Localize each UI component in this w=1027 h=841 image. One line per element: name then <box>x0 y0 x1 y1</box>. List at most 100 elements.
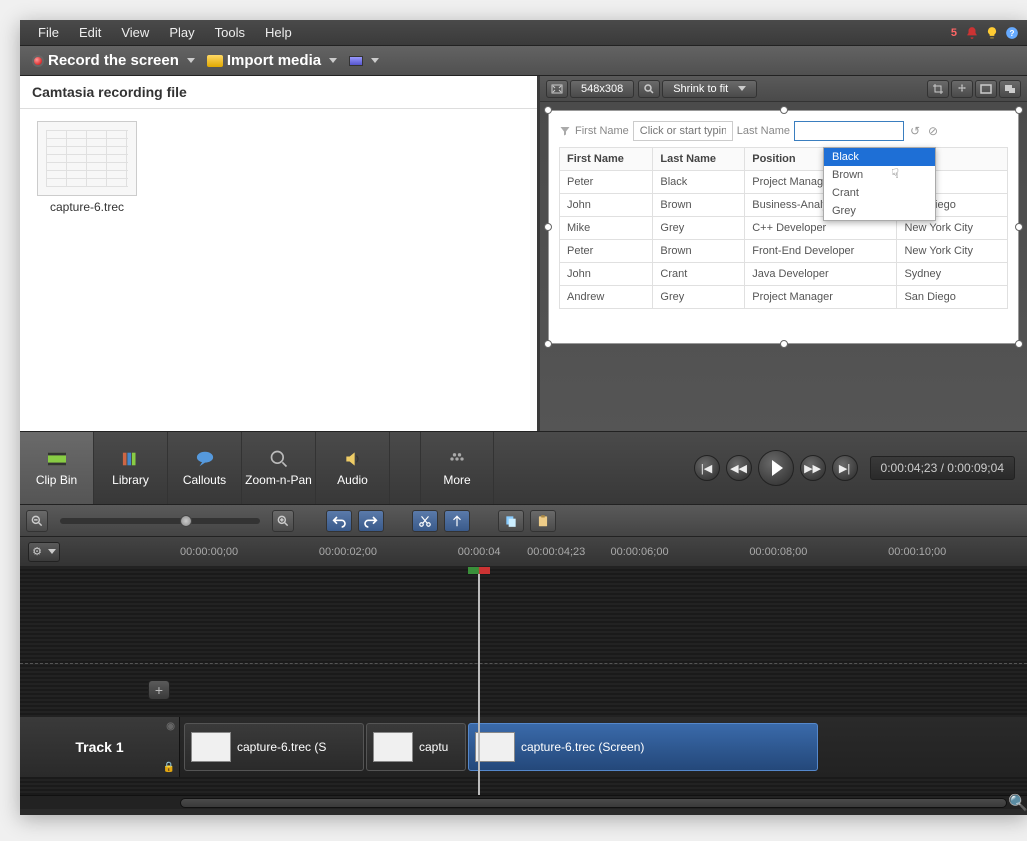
timeline-settings-button[interactable]: ⚙ <box>28 542 60 562</box>
lock-icon[interactable]: 🔒 <box>163 762 175 773</box>
step-back-button[interactable]: ◀◀ <box>726 455 752 481</box>
chevron-down-icon <box>329 58 337 63</box>
produce-share-button[interactable] <box>343 49 385 73</box>
bottom-tab-strip: Clip Bin Library Callouts Zoom-n-Pan Aud… <box>20 431 1027 505</box>
last-name-label: Last Name <box>737 125 790 137</box>
chevron-down-icon <box>48 549 56 554</box>
dropdown-item[interactable]: Brown <box>824 166 935 184</box>
clip-bin-pane: Camtasia recording file capture-6.trec <box>20 76 540 431</box>
clip-thumbnail <box>191 732 231 762</box>
ruler-mark: 00:00:06;00 <box>610 537 749 566</box>
zoom-out-button[interactable] <box>26 510 48 532</box>
table-row: PeterBlackProject Manager <box>560 171 1008 194</box>
folder-icon <box>207 55 223 67</box>
player-controls: |◀ ◀◀ ▶▶ ▶| 0:00:04;23 / 0:00:09;04 <box>494 432 1027 504</box>
timeline-clip[interactable]: capture-6.trec (Screen) <box>468 723 818 771</box>
selection-handle[interactable] <box>1015 340 1023 348</box>
canvas-dimensions-button[interactable] <box>546 80 568 98</box>
dropdown-item[interactable]: Crant <box>824 184 935 202</box>
fullscreen-icon[interactable] <box>975 80 997 98</box>
pan-icon[interactable] <box>951 80 973 98</box>
timeline-body: + Track 1 ◉ 🔒 capture-6.trec (S captu <box>20 567 1027 795</box>
dropdown-item[interactable]: Grey <box>824 202 935 220</box>
copy-button[interactable] <box>498 510 524 532</box>
menubar: File Edit View Play Tools Help 5 ? <box>20 20 1027 46</box>
menu-help[interactable]: Help <box>255 25 302 40</box>
cut-button[interactable] <box>412 510 438 532</box>
selection-handle[interactable] <box>544 340 552 348</box>
video-canvas[interactable]: First Name Last Name ↺ ⊘ Black Brown Cra… <box>548 110 1019 344</box>
skip-end-button[interactable]: ▶| <box>832 455 858 481</box>
record-screen-button[interactable]: Record the screen <box>26 49 201 73</box>
skip-start-button[interactable]: |◀ <box>694 455 720 481</box>
canvas-area: First Name Last Name ↺ ⊘ Black Brown Cra… <box>540 102 1027 431</box>
split-button[interactable] <box>444 510 470 532</box>
clear-icon[interactable]: ⊘ <box>926 124 940 138</box>
add-track-button[interactable]: + <box>148 680 170 700</box>
selection-handle[interactable] <box>780 340 788 348</box>
column-header[interactable]: Last Name <box>653 148 745 171</box>
slider-thumb[interactable] <box>180 515 192 527</box>
speaker-icon <box>341 449 365 469</box>
table-row: AndrewGreyProject ManagerSan Diego <box>560 286 1008 309</box>
table-row: PeterBrownFront-End DeveloperNew York Ci… <box>560 240 1008 263</box>
crop-icon[interactable] <box>927 80 949 98</box>
selection-handle[interactable] <box>1015 223 1023 231</box>
magnifier-icon <box>267 449 291 469</box>
tab-zoom-pan[interactable]: Zoom-n-Pan <box>242 432 316 504</box>
menu-file[interactable]: File <box>28 25 69 40</box>
selection-handle[interactable] <box>544 223 552 231</box>
import-media-button[interactable]: Import media <box>201 49 343 73</box>
tab-library[interactable]: Library <box>94 432 168 504</box>
canvas-dimensions-value: 548x308 <box>570 80 634 98</box>
track-body[interactable]: capture-6.trec (S captu capture-6.trec (… <box>180 717 1027 777</box>
clip-item[interactable]: capture-6.trec <box>32 121 142 214</box>
tab-more[interactable]: More <box>420 432 494 504</box>
ruler-mark: 00:00:04;23 <box>527 537 610 566</box>
menu-play[interactable]: Play <box>159 25 204 40</box>
detach-icon[interactable] <box>999 80 1021 98</box>
track-header[interactable]: Track 1 ◉ 🔒 <box>20 717 180 777</box>
reset-icon[interactable]: ↺ <box>908 124 922 138</box>
redo-button[interactable] <box>358 510 384 532</box>
zoom-dropdown[interactable]: Shrink to fit <box>662 80 757 98</box>
menu-edit[interactable]: Edit <box>69 25 111 40</box>
play-button[interactable] <box>758 450 794 486</box>
clip-bin-heading: Camtasia recording file <box>20 76 537 109</box>
chevron-down-icon <box>738 86 746 91</box>
playhead[interactable] <box>478 567 480 795</box>
tab-clip-bin[interactable]: Clip Bin <box>20 432 94 504</box>
menu-view[interactable]: View <box>111 25 159 40</box>
scrollbar-thumb[interactable] <box>180 798 1007 808</box>
zoom-in-button[interactable] <box>272 510 294 532</box>
eye-icon[interactable]: ◉ <box>166 721 175 732</box>
menu-tools[interactable]: Tools <box>205 25 255 40</box>
timeline-clip[interactable]: capture-6.trec (S <box>184 723 364 771</box>
lightbulb-icon[interactable] <box>985 26 999 40</box>
selection-handle[interactable] <box>1015 106 1023 114</box>
undo-button[interactable] <box>326 510 352 532</box>
zoom-slider[interactable] <box>60 518 260 524</box>
first-name-label: First Name <box>575 125 629 137</box>
column-header[interactable]: First Name <box>560 148 653 171</box>
zoom-fit-icon[interactable]: 🔍 <box>1011 796 1025 810</box>
first-name-input[interactable] <box>633 121 733 141</box>
paste-button[interactable] <box>530 510 556 532</box>
filter-icon <box>559 125 571 137</box>
clip-caption: capture-6.trec <box>50 200 124 214</box>
bell-icon[interactable] <box>965 26 979 40</box>
step-forward-button[interactable]: ▶▶ <box>800 455 826 481</box>
tab-audio[interactable]: Audio <box>316 432 390 504</box>
timeline-ruler[interactable]: ⚙ 00:00:00;00 00:00:02;00 00:00:04 00:00… <box>20 537 1027 567</box>
timeline-scrollbar[interactable]: 🔍 <box>20 795 1027 809</box>
zoom-search-icon[interactable] <box>638 80 660 98</box>
help-icon[interactable]: ? <box>1005 26 1019 40</box>
last-name-input[interactable] <box>794 121 904 141</box>
main-content: Camtasia recording file capture-6.trec 5… <box>20 76 1027 431</box>
selection-handle[interactable] <box>780 106 788 114</box>
svg-text:?: ? <box>1010 28 1015 37</box>
dropdown-item[interactable]: Black <box>824 148 935 166</box>
tab-callouts[interactable]: Callouts <box>168 432 242 504</box>
timeline-clip[interactable]: captu <box>366 723 466 771</box>
selection-handle[interactable] <box>544 106 552 114</box>
